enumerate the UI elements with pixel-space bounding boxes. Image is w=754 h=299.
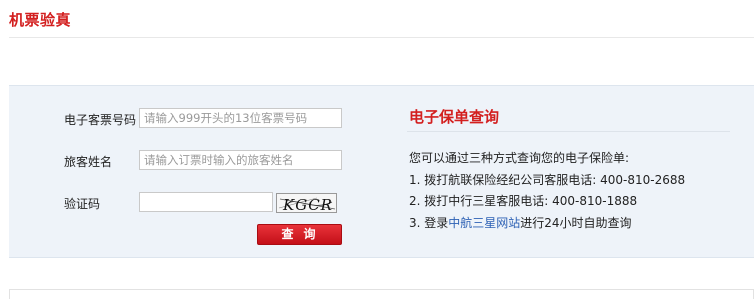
captcha-image[interactable]: KGCR — [276, 193, 337, 213]
page-title: 机票验真 — [9, 11, 72, 29]
captcha-label: 验证码 — [64, 197, 101, 211]
insurance-divider — [407, 131, 730, 132]
captcha-noise: KGCR — [278, 196, 336, 213]
insurance-line-1: 1. 拨打航联保险经纪公司客服电话: 400-810-2688 — [409, 173, 686, 187]
captcha-input[interactable] — [139, 192, 273, 212]
ticket-number-input[interactable] — [139, 108, 342, 128]
bottom-section — [9, 289, 754, 299]
insurance-query-title: 电子保单查询 — [409, 108, 500, 126]
title-divider — [9, 37, 754, 38]
insurance-line-3-prefix: 3. 登录 — [409, 216, 449, 230]
insurance-line-3-suffix: 进行24小时自助查询 — [520, 216, 632, 230]
insurance-intro: 您可以通过三种方式查询您的电子保险单: — [409, 151, 630, 165]
query-button[interactable]: 查询 — [257, 224, 342, 245]
insurance-website-link[interactable]: 中航三星网站 — [448, 216, 520, 230]
captcha-text: KGCR — [282, 196, 333, 213]
insurance-line-3: 3. 登录中航三星网站进行24小时自助查询 — [409, 214, 632, 231]
insurance-line-2: 2. 拨打中行三星客服电话: 400-810-1888 — [409, 194, 638, 208]
passenger-name-label: 旅客姓名 — [64, 155, 113, 169]
ticket-number-label: 电子客票号码 — [64, 113, 137, 127]
passenger-name-input[interactable] — [139, 150, 342, 170]
